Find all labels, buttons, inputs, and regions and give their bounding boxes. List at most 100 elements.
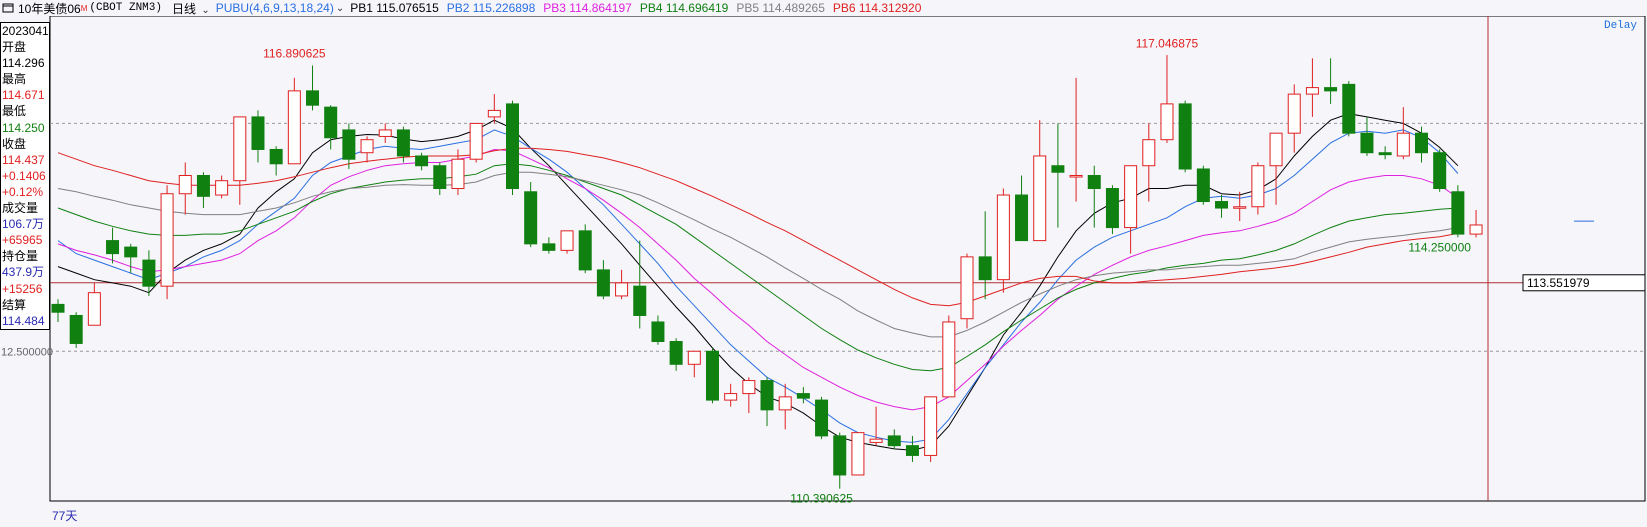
candle-down[interactable] xyxy=(1087,174,1101,190)
candle-up[interactable] xyxy=(178,174,192,195)
candle-down[interactable] xyxy=(887,435,901,447)
candle-up[interactable] xyxy=(487,109,501,118)
price-annotation: 116.890625 xyxy=(263,46,326,60)
candle-down[interactable] xyxy=(251,116,265,150)
chevron-down-icon: ⌄ xyxy=(335,2,345,14)
candle-down[interactable] xyxy=(1342,83,1356,134)
candle-down[interactable] xyxy=(433,165,447,190)
candle-up[interactable] xyxy=(724,393,738,401)
candle-up[interactable] xyxy=(360,139,374,154)
candle-down[interactable] xyxy=(415,155,429,167)
candle-down[interactable] xyxy=(1415,132,1428,154)
symbol-mark: M xyxy=(80,3,88,13)
candle-down[interactable] xyxy=(815,399,829,437)
candle-up[interactable] xyxy=(942,321,956,398)
ma-line-pb4 xyxy=(57,163,1458,372)
candle-up[interactable] xyxy=(778,396,792,411)
candle-up[interactable] xyxy=(451,158,465,190)
candle-down[interactable] xyxy=(578,230,592,271)
candle-down[interactable] xyxy=(396,129,410,157)
candle-up[interactable] xyxy=(742,380,756,395)
indicator-value-pb1: PB1 115.076515 xyxy=(350,1,439,15)
candle-up[interactable] xyxy=(1251,165,1265,208)
candle-down[interactable] xyxy=(796,393,810,399)
candle-down[interactable] xyxy=(1378,152,1392,156)
candle-down[interactable] xyxy=(1451,191,1465,235)
candle-down[interactable] xyxy=(506,103,519,190)
candle-up[interactable] xyxy=(1396,132,1410,157)
candle-up[interactable] xyxy=(287,90,301,165)
ma-line-pb3 xyxy=(57,148,1459,411)
candle-up[interactable] xyxy=(378,129,392,137)
candle-up[interactable] xyxy=(924,396,938,456)
candle-up[interactable] xyxy=(1269,132,1283,167)
indicator-value-pb6: PB6 114.312920 xyxy=(832,1,922,15)
candle-up[interactable] xyxy=(851,432,865,476)
candle-up[interactable] xyxy=(960,256,974,320)
candle-down[interactable] xyxy=(651,321,665,343)
candle-down[interactable] xyxy=(669,341,683,365)
candle-up[interactable] xyxy=(1305,87,1319,95)
candle-up[interactable] xyxy=(1287,93,1301,134)
candle-down[interactable] xyxy=(1196,168,1210,203)
candle-down[interactable] xyxy=(1433,152,1447,190)
symbol-name: 10年美债06 xyxy=(18,1,81,16)
candle-up[interactable] xyxy=(1033,155,1047,242)
candle-up[interactable] xyxy=(1124,165,1138,229)
candle-up[interactable] xyxy=(996,194,1010,281)
candle-down[interactable] xyxy=(833,435,847,476)
ma-line-pb1 xyxy=(57,113,1459,451)
period-selector[interactable]: 日线 ⌄ xyxy=(172,0,216,17)
days-count-label: 77天 xyxy=(52,509,78,523)
candle-down[interactable] xyxy=(542,243,556,251)
candle-up[interactable] xyxy=(87,292,101,326)
candle-down[interactable] xyxy=(596,269,610,297)
candle-down[interactable] xyxy=(1215,201,1229,209)
candle-up[interactable] xyxy=(560,230,574,251)
delay-indicator[interactable]: Delay xyxy=(1604,20,1637,32)
candle-up[interactable] xyxy=(615,282,629,297)
candlestick-chart[interactable]: 12.500000 113.551979 116.890625 117.046875 1… xyxy=(0,16,1647,527)
candle-down[interactable] xyxy=(905,445,919,456)
candle-down[interactable] xyxy=(1015,194,1029,242)
candle-down[interactable] xyxy=(269,148,283,165)
candle-down[interactable] xyxy=(106,240,120,255)
candle-up[interactable] xyxy=(1142,139,1156,167)
candle-up[interactable] xyxy=(1233,206,1247,209)
candle-down[interactable] xyxy=(342,129,356,160)
candle-down[interactable] xyxy=(69,314,83,344)
candle-down[interactable] xyxy=(978,256,992,281)
candle-up[interactable] xyxy=(215,180,229,196)
chevron-down-icon: ⌄ xyxy=(201,4,210,16)
candle-up[interactable] xyxy=(469,122,483,160)
candle-up[interactable] xyxy=(233,116,247,182)
indicator-value-pb4: PB4 114.696419 xyxy=(639,1,729,15)
candle-down[interactable] xyxy=(1105,188,1119,229)
candle-up[interactable] xyxy=(1069,174,1083,178)
candle-up[interactable] xyxy=(869,438,883,443)
candle-down[interactable] xyxy=(705,350,719,401)
candle-down[interactable] xyxy=(1178,103,1192,170)
candle-down[interactable] xyxy=(142,259,156,287)
price-annotation: 117.046875 xyxy=(1136,36,1199,50)
candle-down[interactable] xyxy=(633,285,647,316)
candle-up[interactable] xyxy=(687,350,701,365)
candle-down[interactable] xyxy=(1051,165,1065,173)
candle-up[interactable] xyxy=(160,193,174,287)
candle-up[interactable] xyxy=(1469,224,1483,235)
candle-up[interactable] xyxy=(1160,103,1174,141)
candle-down[interactable] xyxy=(324,106,338,139)
candle-down[interactable] xyxy=(1324,87,1338,92)
candle-down[interactable] xyxy=(196,174,210,197)
title-bar: 10年美债06 M (CBOT ZNM3) 日线 ⌄ PUBU(4,6,9,13… xyxy=(0,0,1647,16)
candle-down[interactable] xyxy=(306,90,320,106)
price-readout-label: 113.551979 xyxy=(1527,276,1590,290)
price-annotation: 110.390625 xyxy=(790,492,853,506)
candle-down[interactable] xyxy=(524,191,538,245)
candle-down[interactable] xyxy=(1360,132,1374,154)
indicator-value-pb3: PB3 114.864197 xyxy=(543,1,632,15)
candle-down[interactable] xyxy=(51,303,65,313)
candle-down[interactable] xyxy=(760,380,774,411)
indicator-name[interactable]: PUBU(4,6,9,13,18,24) xyxy=(216,1,334,15)
candle-down[interactable] xyxy=(124,246,138,258)
